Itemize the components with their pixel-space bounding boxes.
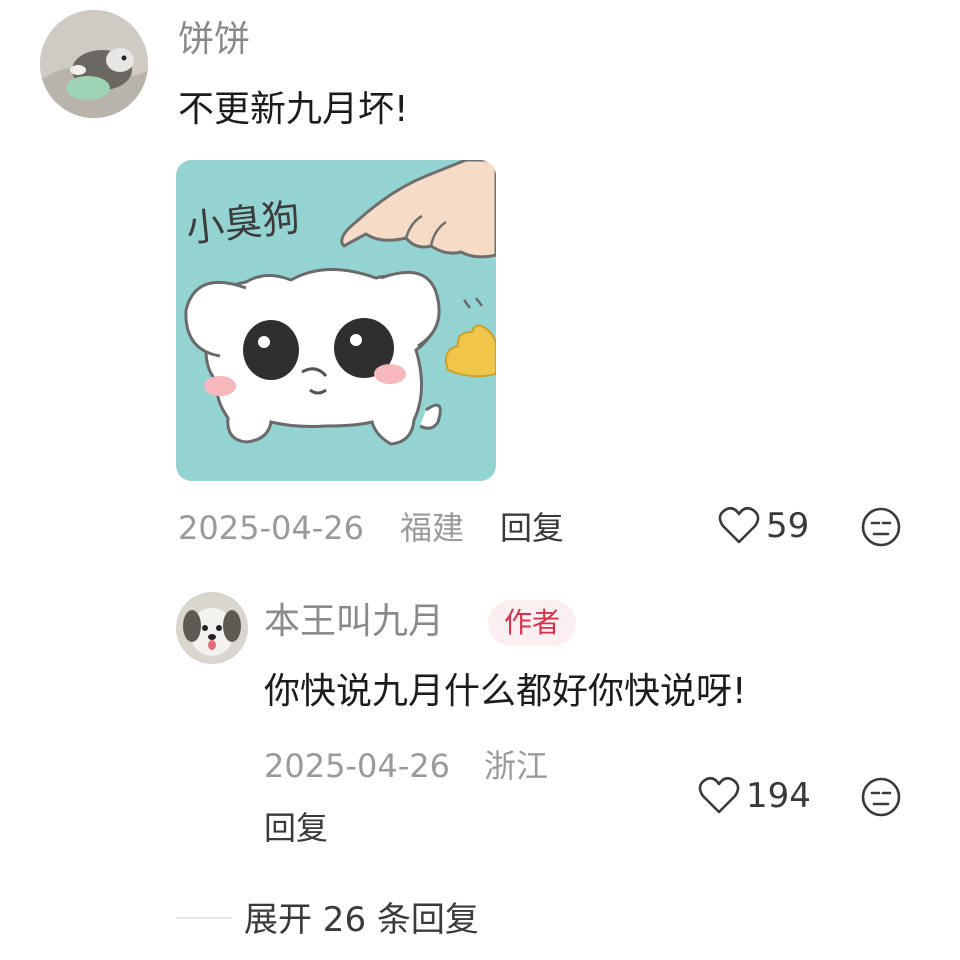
like-button[interactable]: 59 [718, 506, 809, 546]
heart-icon [698, 776, 740, 814]
reply-text: 你快说九月什么都好你快说呀! [264, 671, 747, 712]
dislike-button[interactable] [860, 506, 902, 548]
comment-sticker-image[interactable]: 小臭狗 [176, 160, 496, 481]
avatar-dog-image [40, 10, 148, 118]
reply-location: 浙江 [484, 747, 549, 785]
expand-replies-button[interactable]: 展开 26 条回复 [244, 898, 479, 942]
comment-date: 2025-04-26 [178, 509, 364, 547]
dislike-face-icon [861, 777, 901, 817]
reply-avatar-dog-image [176, 592, 248, 664]
reply-username[interactable]: 本王叫九月 [264, 600, 444, 644]
reply-avatar[interactable] [176, 592, 248, 664]
expand-divider [176, 917, 232, 919]
reply-button[interactable]: 回复 [500, 508, 564, 548]
dislike-face-icon [861, 507, 901, 547]
reply-like-count: 194 [746, 776, 811, 816]
reply-reply-button[interactable]: 回复 [264, 808, 328, 848]
avatar[interactable] [40, 10, 148, 118]
comment-username[interactable]: 饼饼 [178, 18, 250, 62]
reply-like-button[interactable]: 194 [698, 776, 811, 816]
comment-text: 不更新九月坏! [178, 89, 409, 130]
author-badge: 作者 [488, 600, 577, 646]
heart-icon [718, 506, 760, 544]
reply-date: 2025-04-26 [264, 747, 450, 785]
like-count: 59 [766, 506, 810, 546]
comment-location: 福建 [400, 509, 465, 547]
reply-dislike-button[interactable] [860, 776, 902, 818]
